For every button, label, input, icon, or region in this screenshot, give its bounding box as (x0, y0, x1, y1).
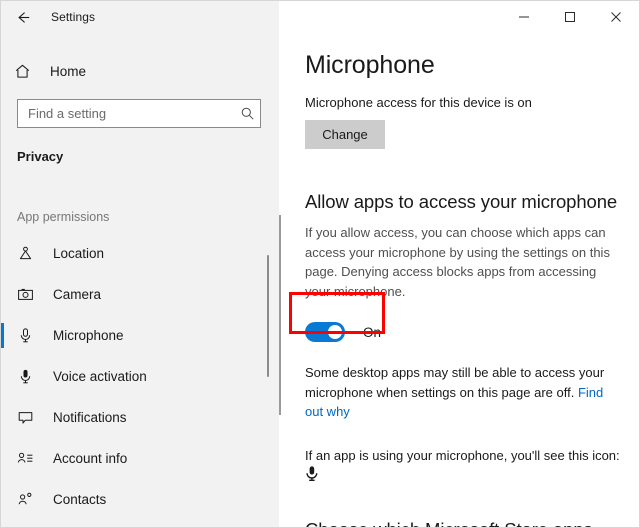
location-pin-icon (17, 245, 39, 262)
contacts-icon (17, 491, 39, 508)
desktop-apps-note: Some desktop apps may still be able to a… (305, 363, 615, 422)
device-access-status: Microphone access for this device is on (305, 95, 627, 110)
store-apps-heading: Choose which Microsoft Store apps can ac… (305, 517, 627, 528)
window-controls (501, 1, 639, 33)
selection-accent-bar (1, 446, 4, 471)
microphone-access-toggle[interactable] (305, 322, 345, 342)
search-input[interactable]: Find a setting (17, 99, 261, 128)
using-microphone-note: If an app is using your microphone, you'… (305, 448, 627, 463)
sidebar-item-home[interactable]: Home (1, 54, 279, 88)
toggle-state-label: On (363, 325, 381, 340)
content-scrollbar[interactable] (279, 215, 281, 415)
sidebar-section-title: Privacy (1, 149, 279, 164)
title-bar-right (279, 1, 639, 33)
sidebar-item-label: Account info (53, 451, 127, 466)
toggle-knob (328, 325, 342, 339)
title-bar: Settings (1, 1, 639, 33)
sidebar-item-voice-activation[interactable]: Voice activation (1, 356, 279, 397)
sidebar-group-label: App permissions (1, 210, 279, 224)
notification-icon (17, 409, 39, 426)
sidebar-scrollbar[interactable] (267, 255, 269, 377)
search-placeholder: Find a setting (18, 106, 234, 121)
selection-accent-bar (1, 405, 4, 430)
sidebar-item-label: Microphone (53, 328, 124, 343)
camera-icon (17, 286, 39, 303)
sidebar: Home Find a setting Privacy App permissi… (1, 33, 279, 528)
selection-accent-bar (1, 487, 4, 512)
sidebar-item-label: Contacts (53, 492, 106, 507)
sidebar-item-camera[interactable]: Camera (1, 274, 279, 315)
sidebar-item-microphone[interactable]: Microphone (1, 315, 279, 356)
sidebar-item-account-info[interactable]: Account info (1, 438, 279, 479)
title-bar-left: Settings (1, 1, 279, 33)
microphone-access-toggle-row: On (305, 321, 627, 343)
allow-apps-heading: Allow apps to access your microphone (305, 191, 627, 213)
maximize-icon[interactable] (547, 1, 593, 33)
sidebar-item-label: Camera (53, 287, 101, 302)
sidebar-item-label: Voice activation (53, 369, 147, 384)
selection-accent-bar (1, 323, 4, 348)
change-button[interactable]: Change (305, 120, 385, 149)
settings-window: Settings (0, 0, 640, 528)
back-arrow-icon[interactable] (1, 1, 45, 33)
selection-accent-bar (1, 282, 4, 307)
search-icon[interactable] (234, 106, 260, 121)
content-inner: Microphone Microphone access for this de… (279, 51, 640, 528)
desktop-apps-note-text: Some desktop apps may still be able to a… (305, 365, 604, 400)
sidebar-item-label: Notifications (53, 410, 127, 425)
minimize-icon[interactable] (501, 1, 547, 33)
app-title: Settings (45, 10, 95, 24)
home-icon (14, 63, 38, 80)
account-info-icon (17, 450, 39, 467)
allow-apps-description: If you allow access, you can choose whic… (305, 223, 615, 301)
microphone-icon (17, 327, 39, 344)
selection-accent-bar (1, 241, 4, 266)
selection-accent-bar (1, 364, 4, 389)
close-icon[interactable] (593, 1, 639, 33)
sidebar-item-label: Location (53, 246, 104, 261)
sidebar-item-notifications[interactable]: Notifications (1, 397, 279, 438)
sidebar-home-label: Home (50, 64, 86, 79)
sidebar-item-contacts[interactable]: Contacts (1, 479, 279, 520)
microphone-filled-icon (17, 368, 39, 385)
sidebar-item-location[interactable]: Location (1, 233, 279, 274)
microphone-filled-icon (305, 465, 627, 487)
page-title: Microphone (305, 51, 627, 80)
content-pane: Microphone Microphone access for this de… (279, 33, 640, 528)
sidebar-nav-list: Location Camera (1, 233, 279, 520)
